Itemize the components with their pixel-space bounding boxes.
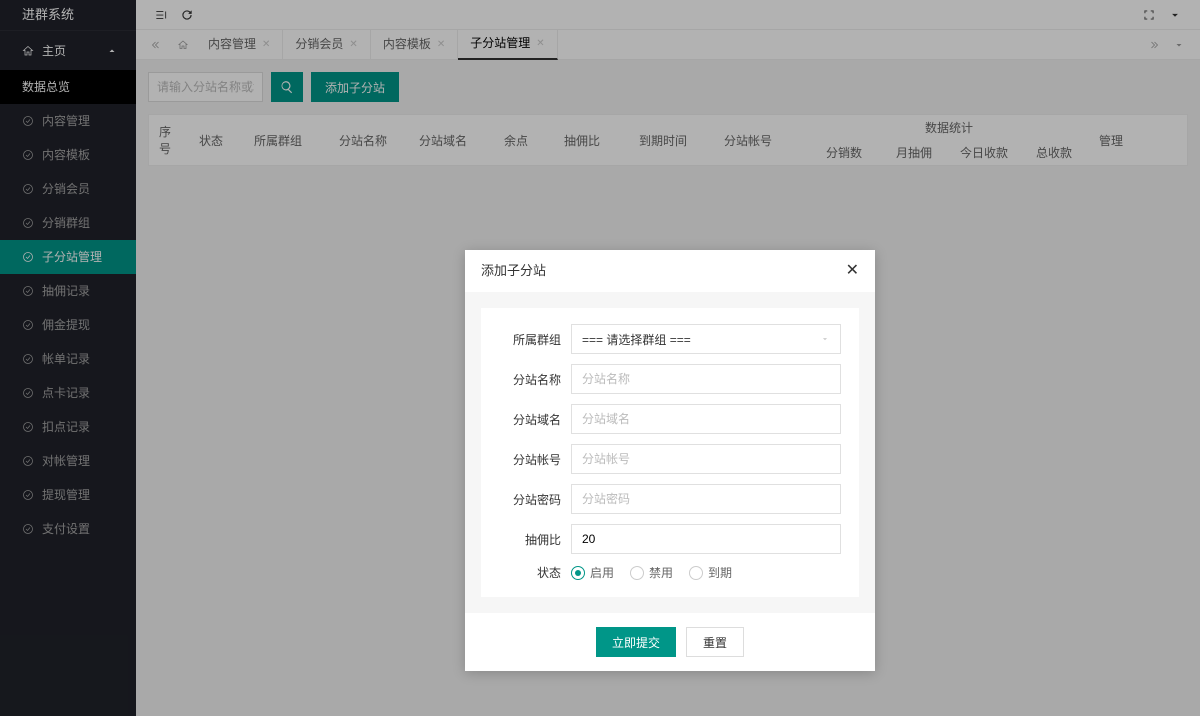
password-input[interactable] [571, 484, 841, 514]
label-account: 分站帐号 [499, 451, 561, 468]
label-password: 分站密码 [499, 491, 561, 508]
modal-header: 添加子分站 ✕ [465, 250, 875, 292]
radio-disable[interactable]: 禁用 [630, 564, 673, 581]
label-name: 分站名称 [499, 371, 561, 388]
reset-button[interactable]: 重置 [686, 627, 744, 657]
chevron-down-icon [820, 334, 830, 344]
name-input[interactable] [571, 364, 841, 394]
close-icon[interactable]: ✕ [846, 250, 859, 292]
domain-input[interactable] [571, 404, 841, 434]
commission-input[interactable] [571, 524, 841, 554]
add-substation-modal: 添加子分站 ✕ 所属群组 === 请选择群组 === 分站名称 分站域名 分站帐号… [465, 250, 875, 671]
radio-enable[interactable]: 启用 [571, 564, 614, 581]
submit-button[interactable]: 立即提交 [596, 627, 676, 657]
radio-expire[interactable]: 到期 [689, 564, 732, 581]
label-status: 状态 [499, 564, 561, 581]
modal-title: 添加子分站 [481, 250, 546, 292]
group-select[interactable]: === 请选择群组 === [571, 324, 841, 354]
label-domain: 分站域名 [499, 411, 561, 428]
account-input[interactable] [571, 444, 841, 474]
label-commission: 抽佣比 [499, 531, 561, 548]
label-group: 所属群组 [499, 331, 561, 348]
